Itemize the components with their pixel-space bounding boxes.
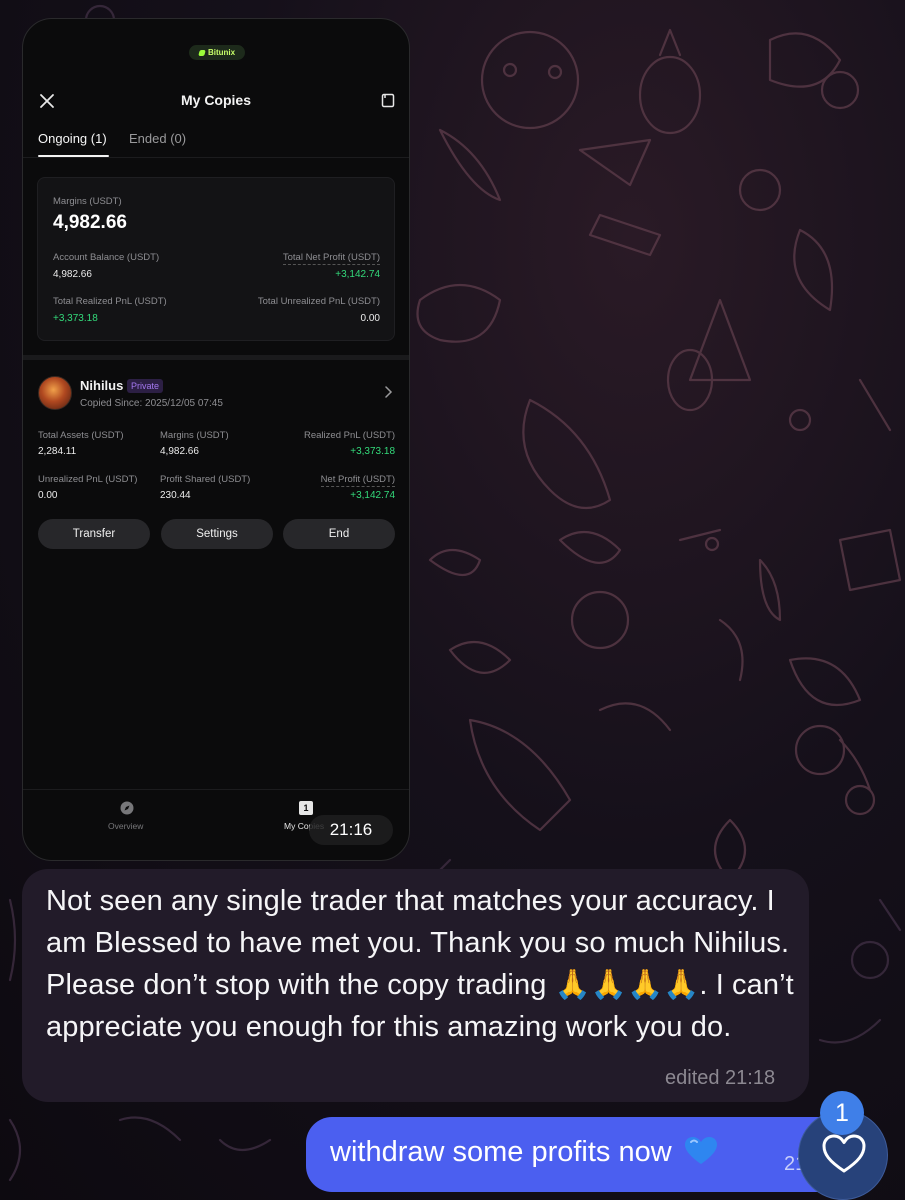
private-badge: Private <box>127 379 164 393</box>
margins-value: 4,982.66 <box>53 212 127 233</box>
outgoing-message-text: withdraw some profits now <box>330 1136 672 1168</box>
profit-shared-label: Profit Shared (USDT) <box>160 474 251 485</box>
bitunix-logo: Bitunix <box>189 45 245 60</box>
summary-card: Margins (USDT) 4,982.66 Account Balance … <box>37 177 395 341</box>
incoming-message-bubble[interactable]: Not seen any single trader that matches … <box>22 869 809 1102</box>
total-assets-value: 2,284.11 <box>38 446 77 457</box>
my-copies-icon[interactable]: 1 <box>299 801 313 815</box>
compass-icon[interactable] <box>120 801 134 815</box>
account-balance-value: 4,982.66 <box>53 269 92 280</box>
total-net-profit-label: Total Net Profit (USDT) <box>282 252 380 265</box>
realized-pnl-label: Realized PnL (USDT) <box>304 430 395 441</box>
trader-margins-value: 4,982.66 <box>160 446 199 457</box>
tab-ongoing[interactable]: Ongoing (1) <box>38 131 107 146</box>
incoming-message-meta: edited 21:18 <box>665 1067 776 1089</box>
heart-icon <box>822 1134 866 1173</box>
bitunix-logo-mark <box>198 49 206 56</box>
reaction-count-badge: 1 <box>820 1091 864 1135</box>
transfer-button[interactable]: Transfer <box>38 519 150 549</box>
margins-label: Margins (USDT) <box>53 196 122 207</box>
copied-since: Copied Since: 2025/12/05 07:45 <box>80 398 223 409</box>
realized-pnl-value: +3,373.18 <box>350 446 395 457</box>
blue-heart-icon <box>684 1137 717 1164</box>
bottom-nav-divider <box>23 789 409 790</box>
account-balance-label: Account Balance (USDT) <box>53 252 160 263</box>
net-profit-value: +3,142.74 <box>350 490 395 501</box>
total-realized-value: +3,373.18 <box>53 313 98 324</box>
end-button[interactable]: End <box>283 519 395 549</box>
tab-ended[interactable]: Ended (0) <box>129 131 186 146</box>
media-timestamp: 21:16 <box>309 815 393 845</box>
trader-name[interactable]: Nihilus <box>80 378 123 393</box>
total-realized-label: Total Realized PnL (USDT) <box>53 296 167 307</box>
document-icon[interactable] <box>381 93 395 108</box>
unrealized-pnl-label: Unrealized PnL (USDT) <box>38 474 138 485</box>
nav-overview[interactable]: Overview <box>108 821 143 831</box>
total-unrealized-label: Total Unrealized PnL (USDT) <box>257 296 380 307</box>
total-assets-label: Total Assets (USDT) <box>38 430 124 441</box>
total-unrealized-value: 0.00 <box>360 313 380 324</box>
profit-shared-value: 230.44 <box>160 490 191 501</box>
tabs-divider <box>23 157 409 158</box>
outgoing-message-text-row: withdraw some profits now <box>330 1136 718 1169</box>
brand-name: Bitunix <box>207 48 236 57</box>
section-divider <box>23 355 409 360</box>
incoming-message-text: Not seen any single trader that matches … <box>46 885 794 1043</box>
outgoing-message-bubble[interactable]: withdraw some profits now 21 <box>306 1117 846 1192</box>
screenshot-media[interactable]: Bitunix My Copies Ongoing (1) Ended (0) … <box>22 18 410 861</box>
trader-margins-label: Margins (USDT) <box>160 430 229 441</box>
page-title: My Copies <box>180 92 251 108</box>
unrealized-pnl-value: 0.00 <box>38 490 58 501</box>
chevron-right-icon[interactable] <box>384 386 393 398</box>
total-net-profit-value: +3,142.74 <box>335 269 380 280</box>
trader-avatar[interactable] <box>38 376 72 410</box>
settings-button[interactable]: Settings <box>161 519 273 549</box>
net-profit-label: Net Profit (USDT) <box>320 474 395 487</box>
